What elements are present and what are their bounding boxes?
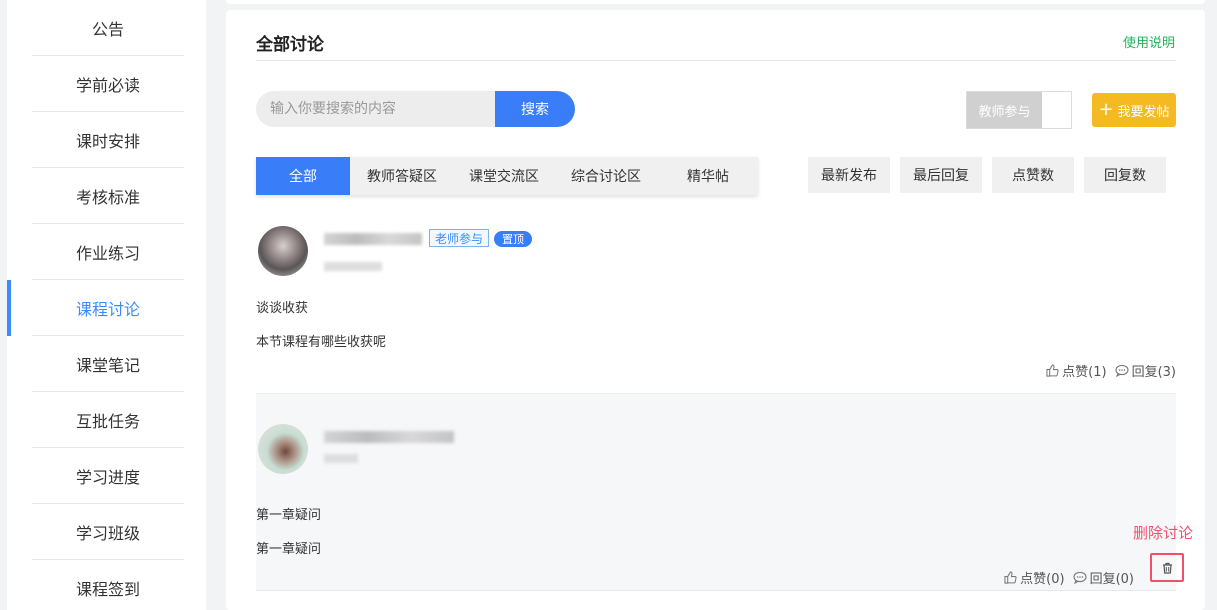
sidebar-active-indicator (7, 280, 11, 336)
category-tabs: 全部 教师答疑区 课堂交流区 综合讨论区 精华帖 (256, 157, 758, 195)
trash-icon (1162, 562, 1172, 574)
thumbs-up-icon (1046, 364, 1059, 377)
like-button[interactable]: 点赞(1) (1046, 361, 1107, 380)
sidebar-item-label: 学习班级 (75, 523, 140, 543)
sidebar-item-label: 作业练习 (75, 243, 140, 263)
tab-general-discussion[interactable]: 综合讨论区 (554, 157, 658, 195)
like-count: 点赞(0) (1020, 572, 1065, 587)
new-post-label: 我要发帖 (1117, 104, 1170, 120)
reply-count: 回复(3) (1131, 365, 1176, 380)
post-date-blurred (324, 454, 358, 463)
post-body: 第一章疑问 (256, 542, 322, 557)
teacher-participated-badge: 老师参与 (429, 229, 490, 247)
comment-icon (1073, 571, 1087, 584)
avatar (258, 226, 308, 276)
sidebar-item-label: 课程签到 (75, 579, 140, 599)
post-actions: 点赞(0) 回复(0) (1004, 568, 1134, 587)
delete-post-button[interactable] (1150, 553, 1184, 582)
tab-teacher-qa[interactable]: 教师答疑区 (350, 157, 454, 195)
help-link[interactable]: 使用说明 (1123, 32, 1175, 51)
sidebar-item-discussion[interactable]: 课程讨论 (32, 280, 184, 336)
discussion-panel: 全部讨论 使用说明 搜索 教师参与 + 我要发帖 全部 教师答疑区 课堂交流区 … (226, 10, 1205, 610)
reply-button[interactable]: 回复(3) (1115, 361, 1176, 380)
search-input[interactable] (256, 91, 496, 127)
header-divider (256, 60, 1176, 61)
post-date-blurred (324, 262, 382, 271)
reply-button[interactable]: 回复(0) (1073, 568, 1134, 587)
author-name-blurred (324, 233, 422, 245)
thumbs-up-icon (1004, 571, 1017, 584)
post-body: 本节课程有哪些收获呢 (256, 335, 387, 350)
plus-icon: + (1098, 99, 1114, 120)
sidebar-item-label: 学习进度 (75, 467, 140, 487)
tab-featured[interactable]: 精华帖 (658, 157, 758, 195)
reply-count: 回复(0) (1089, 572, 1134, 587)
sidebar-item-label: 课时安排 (75, 131, 140, 151)
sidebar-item-announcement[interactable]: 公告 (32, 0, 184, 56)
sidebar-item-notes[interactable]: 课堂笔记 (32, 336, 184, 392)
delete-discussion-annotation: 删除讨论 (1133, 524, 1194, 542)
comment-icon (1115, 364, 1129, 377)
sidebar-item-progress[interactable]: 学习进度 (32, 448, 184, 504)
sidebar-item-label: 互批任务 (75, 411, 140, 431)
sidebar-item-label: 公告 (91, 19, 124, 39)
post-title[interactable]: 第一章疑问 (256, 504, 321, 523)
post-actions: 点赞(1) 回复(3) (1046, 361, 1176, 380)
search-button[interactable]: 搜索 (495, 91, 575, 127)
pinned-badge: 置顶 (494, 231, 532, 247)
sidebar-item-check-in[interactable]: 课程签到 (32, 560, 184, 610)
sidebar-item-label: 学前必读 (75, 75, 140, 95)
main-top-strip (226, 0, 1205, 4)
sort-latest-button[interactable]: 最新发布 (808, 157, 890, 193)
author-name-blurred (324, 431, 454, 443)
sort-replies-button[interactable]: 回复数 (1084, 157, 1166, 193)
new-post-button[interactable]: + 我要发帖 (1092, 93, 1176, 127)
tab-class-exchange[interactable]: 课堂交流区 (454, 157, 554, 195)
sidebar-item-class[interactable]: 学习班级 (32, 504, 184, 560)
toggle-label: 教师参与 (967, 92, 1042, 128)
tab-all[interactable]: 全部 (256, 157, 350, 195)
sort-last-reply-button[interactable]: 最后回复 (900, 157, 982, 193)
toggle-knob (1042, 92, 1071, 128)
sidebar-item-homework[interactable]: 作业练习 (32, 224, 184, 280)
sidebar-item-label: 考核标准 (75, 187, 140, 207)
sidebar-item-label: 课程讨论 (75, 299, 140, 319)
sidebar-item-schedule[interactable]: 课时安排 (32, 112, 184, 168)
avatar (258, 424, 308, 474)
sidebar-item-label: 课堂笔记 (75, 355, 140, 375)
sidebar-item-pre-reading[interactable]: 学前必读 (32, 56, 184, 112)
like-count: 点赞(1) (1062, 365, 1107, 380)
teacher-participation-toggle[interactable]: 教师参与 (966, 91, 1072, 129)
sidebar-item-peer-review[interactable]: 互批任务 (32, 392, 184, 448)
post-item[interactable]: 第一章疑问 第一章疑问 点赞(0) 回复(0) (256, 393, 1176, 591)
post-title[interactable]: 谈谈收获 (256, 297, 308, 316)
sidebar: 公告 学前必读 课时安排 考核标准 作业练习 课程讨论 课堂笔记 互批任务 学习… (7, 0, 206, 610)
sidebar-item-assessment[interactable]: 考核标准 (32, 168, 184, 224)
like-button[interactable]: 点赞(0) (1004, 568, 1065, 587)
post-item[interactable]: 老师参与 置顶 谈谈收获 本节课程有哪些收获呢 点赞(1) 回复(3) (256, 220, 1176, 392)
page-title: 全部讨论 (256, 35, 324, 55)
sort-likes-button[interactable]: 点赞数 (992, 157, 1074, 193)
